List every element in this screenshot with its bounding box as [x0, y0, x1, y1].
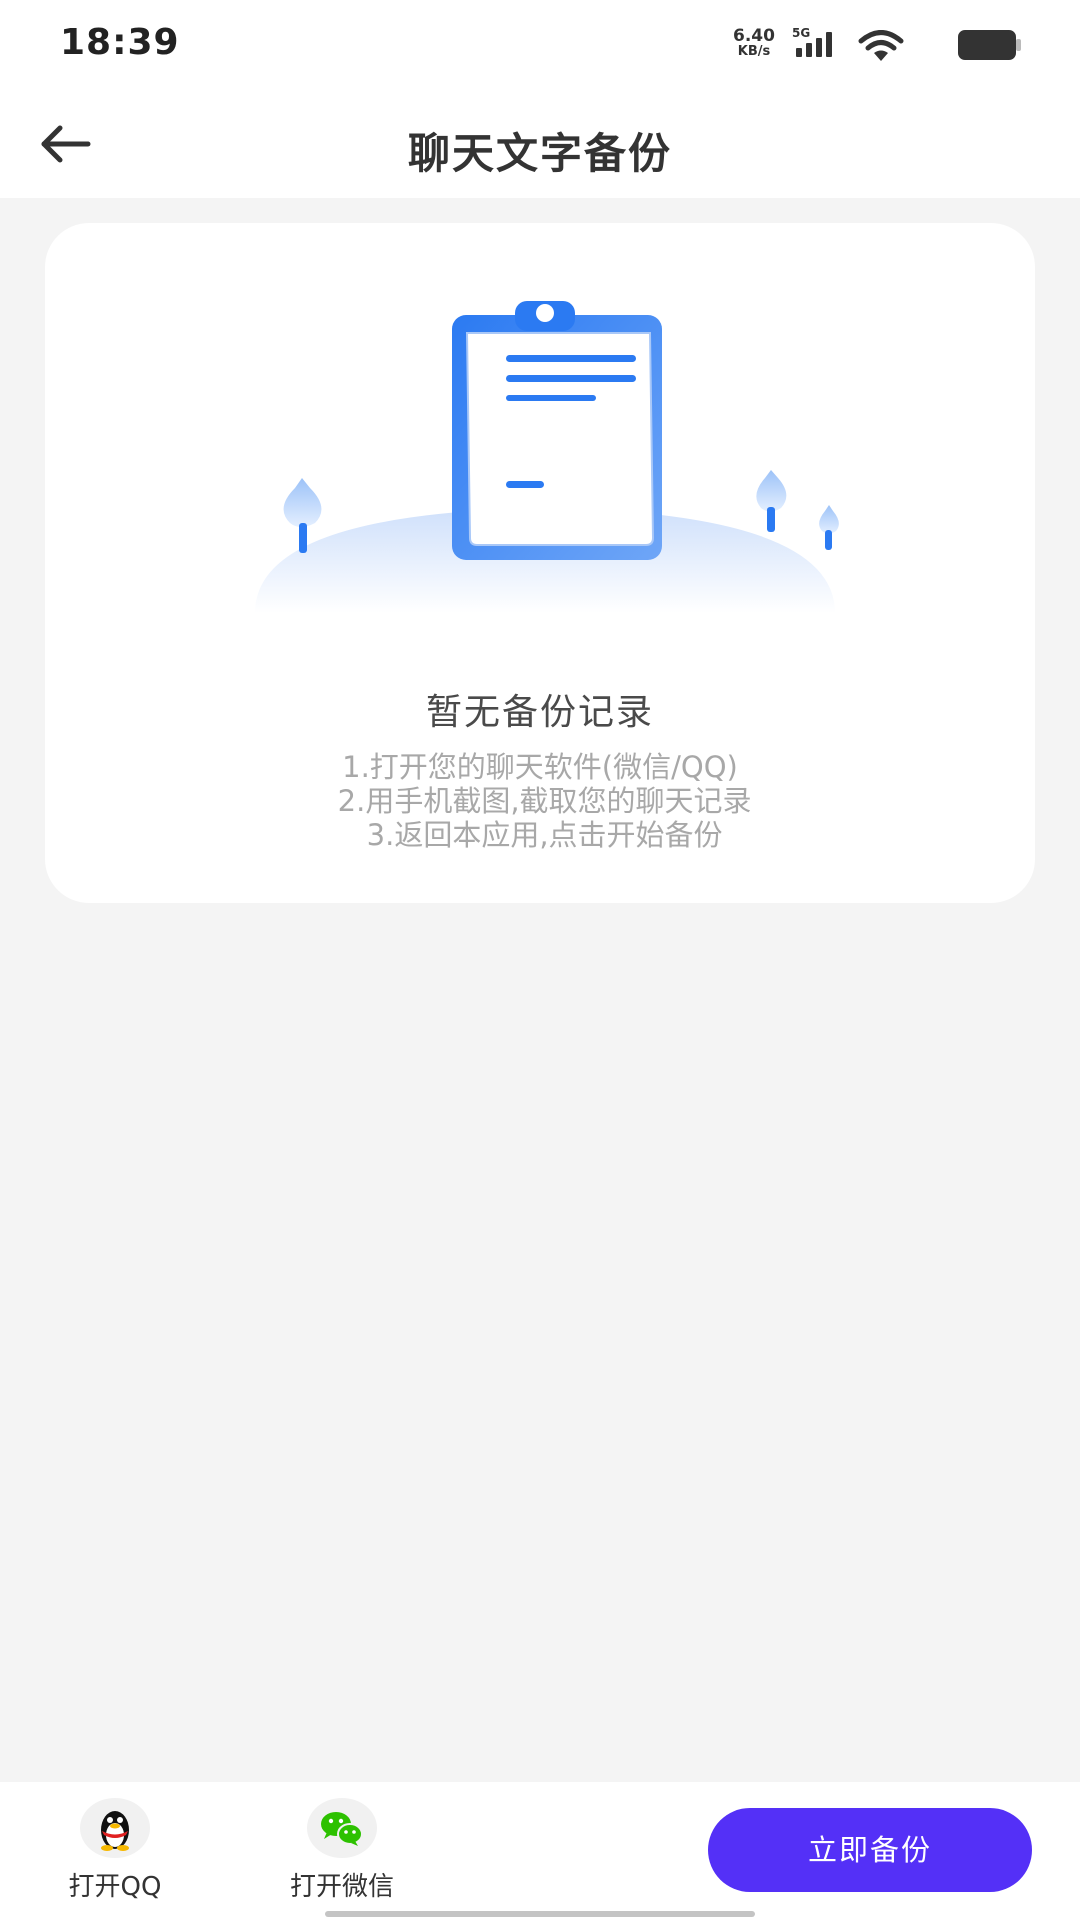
- app-bar: 聊天文字备份: [0, 90, 1080, 198]
- network-speed-value: 6.40: [733, 26, 775, 46]
- instruction-step: 2.用手机截图,截取您的聊天记录: [328, 784, 752, 818]
- wifi-icon: [858, 30, 904, 66]
- instruction-step: 3.返回本应用,点击开始备份: [357, 818, 723, 852]
- open-wechat-label: 打开微信: [289, 1872, 394, 1902]
- open-qq-button[interactable]: 打开QQ: [40, 1798, 180, 1908]
- status-icons: 6.40 KB/s 5G: [702, 26, 1022, 66]
- instruction-step: 1.打开您的聊天软件(微信/QQ): [342, 750, 738, 784]
- qq-penguin-icon: [80, 1798, 150, 1858]
- wechat-icon: [307, 1798, 377, 1858]
- empty-state-title: 暂无备份记录: [425, 692, 654, 733]
- home-indicator[interactable]: [325, 1911, 755, 1917]
- status-time: 18:39: [60, 22, 180, 63]
- open-qq-label: 打开QQ: [68, 1872, 162, 1902]
- empty-state-card: 暂无备份记录 1.打开您的聊天软件(微信/QQ) 2.用手机截图,截取您的聊天记…: [45, 223, 1035, 903]
- clipboard-document-icon: [205, 283, 885, 613]
- bottom-action-bar: 打开QQ 打开微信 立即备份: [0, 1782, 1080, 1920]
- instructions-list: 1.打开您的聊天软件(微信/QQ) 2.用手机截图,截取您的聊天记录 3.返回本…: [45, 750, 1035, 852]
- status-bar: 18:39 6.40 KB/s 5G: [0, 0, 1080, 90]
- backup-now-button[interactable]: 立即备份: [708, 1808, 1032, 1892]
- open-wechat-button[interactable]: 打开微信: [267, 1798, 407, 1908]
- signal-icon: 5G: [792, 26, 840, 60]
- page-title: 聊天文字备份: [407, 129, 672, 178]
- network-speed-unit: KB/s: [737, 44, 771, 59]
- battery-icon: [958, 30, 1022, 64]
- network-speed: 6.40 KB/s: [724, 28, 784, 60]
